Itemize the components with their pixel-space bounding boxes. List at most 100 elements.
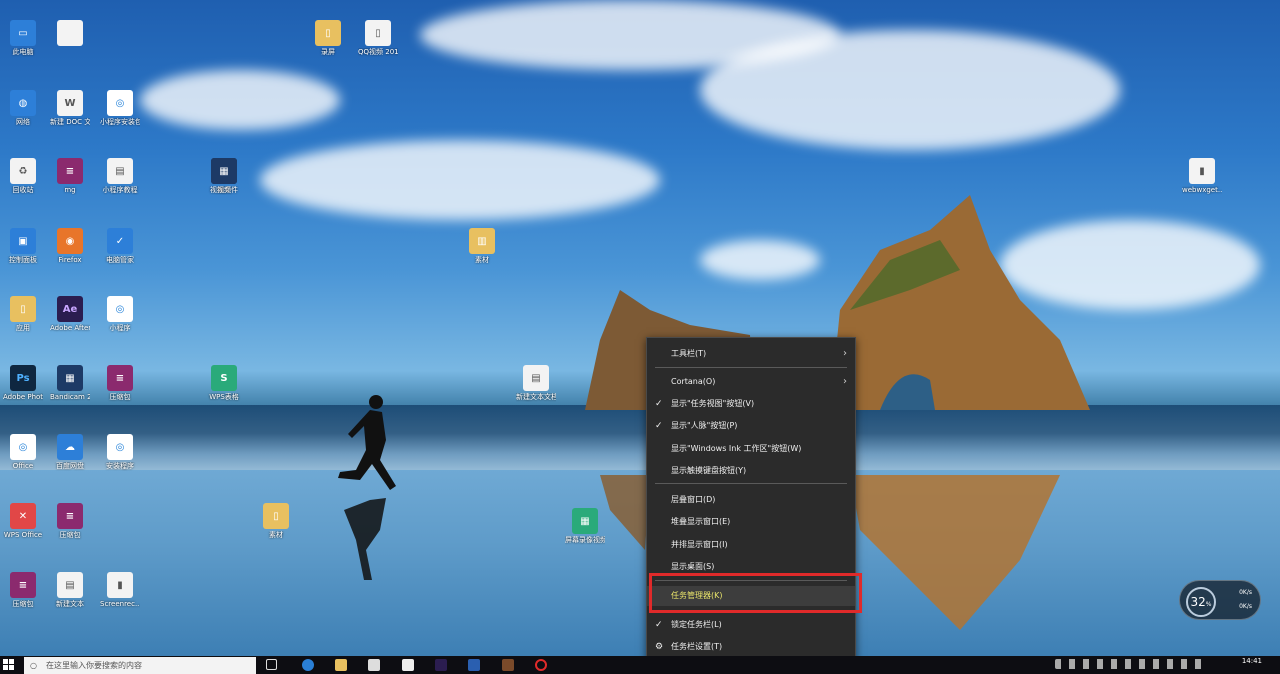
gear-icon: ⚙ — [655, 642, 664, 652]
menu-item-12[interactable]: ⚙ 任务栏设置(T) — [647, 637, 855, 657]
menu-item-label: 工具栏(T) — [671, 349, 707, 358]
menu-item-7[interactable]: 堆叠显示窗口(E) — [647, 512, 855, 532]
desktop-icon-label: 压缩包 — [109, 393, 131, 401]
cpu-percent: 32% — [1186, 587, 1216, 617]
network-speed-widget[interactable]: 32% 0K/s 0K/s — [1179, 580, 1261, 620]
menu-item-11[interactable]: ✓ 锁定任务栏(L) — [647, 615, 855, 635]
desktop-icon-screenshot-app[interactable]: ▮ Screenrec... — [100, 572, 140, 609]
cloud — [700, 30, 1120, 150]
bandicam-icon: ▦ — [57, 365, 83, 391]
desktop-icon-label: Adobe After Effects CC — [50, 324, 90, 332]
app-taskbar-icon[interactable] — [502, 659, 514, 671]
desktop-icon-book-file[interactable]: ▥ 素材 — [462, 228, 502, 265]
setup-file-icon: ◎ — [107, 90, 133, 116]
wps-office-icon: ✕ — [10, 503, 36, 529]
setup-file-3-icon: ◎ — [107, 434, 133, 460]
desktop-icon-folder-top[interactable]: ▯ 录屏 — [308, 20, 348, 57]
word-taskbar-icon[interactable] — [468, 659, 480, 671]
cloud — [700, 240, 820, 280]
desktop-icon-label: mg — [64, 186, 76, 194]
desktop-icon-webwxget[interactable]: ▮ webwxget... — [1182, 158, 1222, 195]
desktop-icon-green-video[interactable]: ▦ 屏幕录像视频 — [565, 508, 605, 545]
desktop-icon-label: QQ视频 20190326... — [358, 48, 398, 56]
desktop-icon-after-effects[interactable]: Ae Adobe After Effects CC — [50, 296, 90, 333]
cloud — [260, 140, 660, 220]
desktop-icon-control-panel[interactable]: ▣ 控制面板 — [3, 228, 43, 265]
desktop-icon-label: 百度网盘 — [56, 462, 84, 470]
menu-separator — [655, 483, 847, 484]
desktop-icon-rar-3[interactable]: ≡ 压缩包 — [50, 503, 90, 540]
desktop-icon-rar-mg[interactable]: ≡ mg — [50, 158, 90, 195]
menu-item-4[interactable]: 显示"Windows Ink 工作区"按钮(W) — [647, 439, 855, 459]
desktop-icon-text-doc-2[interactable]: ▤ 新建文本 — [50, 572, 90, 609]
desktop-icon-folder-2[interactable]: ▯ 素材 — [256, 503, 296, 540]
edge-icon[interactable] — [302, 659, 314, 671]
tray-icons[interactable] — [1055, 659, 1205, 669]
blurred-icon-icon — [57, 20, 83, 46]
desktop-icon-office[interactable]: ◎ Office — [3, 434, 43, 471]
desktop-icon-label: 控制面板 — [9, 256, 37, 264]
clock[interactable]: 14:41 — [1242, 657, 1262, 665]
security-app-icon: ✓ — [107, 228, 133, 254]
desktop-icon-label: 小程序教程 — [102, 186, 138, 194]
taskbar: ○ 在这里输入你要搜索的内容 14:41 — [0, 656, 1280, 674]
desktop-icon-rar-4[interactable]: ≡ 压缩包 — [3, 572, 43, 609]
video-2-icon: ▦ — [211, 158, 237, 184]
store-icon[interactable] — [368, 659, 380, 671]
desktop-icon-baidu-netdisk[interactable]: ☁ 百度网盘 — [50, 434, 90, 471]
desktop-icon-setup-file[interactable]: ◎ 小程序安装包 — [100, 90, 140, 127]
desktop-icon-text-doc-3[interactable]: ▤ 新建文本文档 — [516, 365, 556, 402]
desktop-icon-label: 屏幕录像视频 — [565, 536, 605, 544]
desktop-icon-qq-video[interactable]: ▯ QQ视频 20190326... — [358, 20, 398, 57]
task-view-icon[interactable] — [266, 659, 277, 670]
after-effects-taskbar-icon[interactable] — [435, 659, 447, 671]
network-icon: ◍ — [10, 90, 36, 116]
desktop-icon-bandicam[interactable]: ▦ Bandicam 2019 — [50, 365, 90, 402]
taskbar-search-box[interactable]: ○ 在这里输入你要搜索的内容 — [24, 657, 256, 674]
menu-item-6[interactable]: 层叠窗口(D) — [647, 490, 855, 510]
menu-item-3[interactable]: ✓ 显示"人脉"按钮(P) — [647, 416, 855, 436]
menu-item-2[interactable]: ✓ 显示"任务视图"按钮(V) — [647, 394, 855, 414]
windows-logo-icon — [3, 659, 14, 670]
rar-2-icon: ≡ — [107, 365, 133, 391]
desktop-icon-label: 网络 — [16, 118, 30, 126]
desktop-icon-photoshop[interactable]: Ps Adobe Photoshop — [3, 365, 43, 402]
upload-speed: 0K/s — [1239, 589, 1252, 596]
desktop-icon-network[interactable]: ◍ 网络 — [3, 90, 43, 127]
start-button[interactable] — [3, 659, 15, 671]
desktop-icon-this-pc[interactable]: ▭ 此电脑 — [3, 20, 43, 57]
desktop-icon-rar-2[interactable]: ≡ 压缩包 — [100, 365, 140, 402]
menu-item-1[interactable]: Cortana(O) › — [647, 372, 855, 392]
desktop-icon-spreadsheet[interactable]: S WPS表格 — [204, 365, 244, 402]
word-doc-icon: W — [57, 90, 83, 116]
desktop-icon-label: 素材 — [475, 256, 489, 264]
menu-item-label: 显示触摸键盘按钮(Y) — [671, 466, 747, 475]
desktop-icon-word-doc[interactable]: W 新建 DOC 文档 — [50, 90, 90, 127]
desktop-icon-text-doc[interactable]: ▤ 小程序教程 — [100, 158, 140, 195]
file-explorer-icon[interactable] — [335, 659, 347, 671]
desktop-icon-label: 小程序安装包 — [100, 118, 140, 126]
mail-icon[interactable] — [402, 659, 414, 671]
chevron-right-icon: › — [843, 376, 847, 387]
desktop-icon-video-2[interactable]: ▦ 视频 — [204, 158, 244, 195]
desktop-icon-label: 素材 — [269, 531, 283, 539]
desktop-icon-setup-file-3[interactable]: ◎ 安装程序 — [100, 434, 140, 471]
desktop-icon-recycle-bin[interactable]: ♻ 回收站 — [3, 158, 43, 195]
menu-item-0[interactable]: 工具栏(T) › — [647, 344, 855, 364]
desktop-icon-blurred-icon[interactable] — [50, 20, 90, 48]
menu-item-5[interactable]: 显示触摸键盘按钮(Y) — [647, 461, 855, 481]
desktop-icon-wps-office[interactable]: ✕ WPS Office — [3, 503, 43, 540]
desktop-icon-setup-file-2[interactable]: ◎ 小程序 — [100, 296, 140, 333]
desktop-icon-security-app[interactable]: ✓ 电脑管家 — [100, 228, 140, 265]
menu-item-label: 堆叠显示窗口(E) — [671, 517, 731, 526]
desktop-icon-label: Bandicam 2019 — [50, 393, 90, 401]
desktop-icon-label: 安装程序 — [106, 462, 134, 470]
menu-item-label: 层叠窗口(D) — [671, 495, 716, 504]
desktop-icon-folder-app[interactable]: ▯ 应用 — [3, 296, 43, 333]
record-taskbar-icon[interactable] — [535, 659, 547, 671]
menu-item-8[interactable]: 并排显示窗口(I) — [647, 535, 855, 555]
desktop-icon-firefox[interactable]: ◉ Firefox — [50, 228, 90, 265]
search-icon: ○ — [30, 661, 37, 670]
desktop-icon-label: 小程序 — [109, 324, 131, 332]
this-pc-icon: ▭ — [10, 20, 36, 46]
